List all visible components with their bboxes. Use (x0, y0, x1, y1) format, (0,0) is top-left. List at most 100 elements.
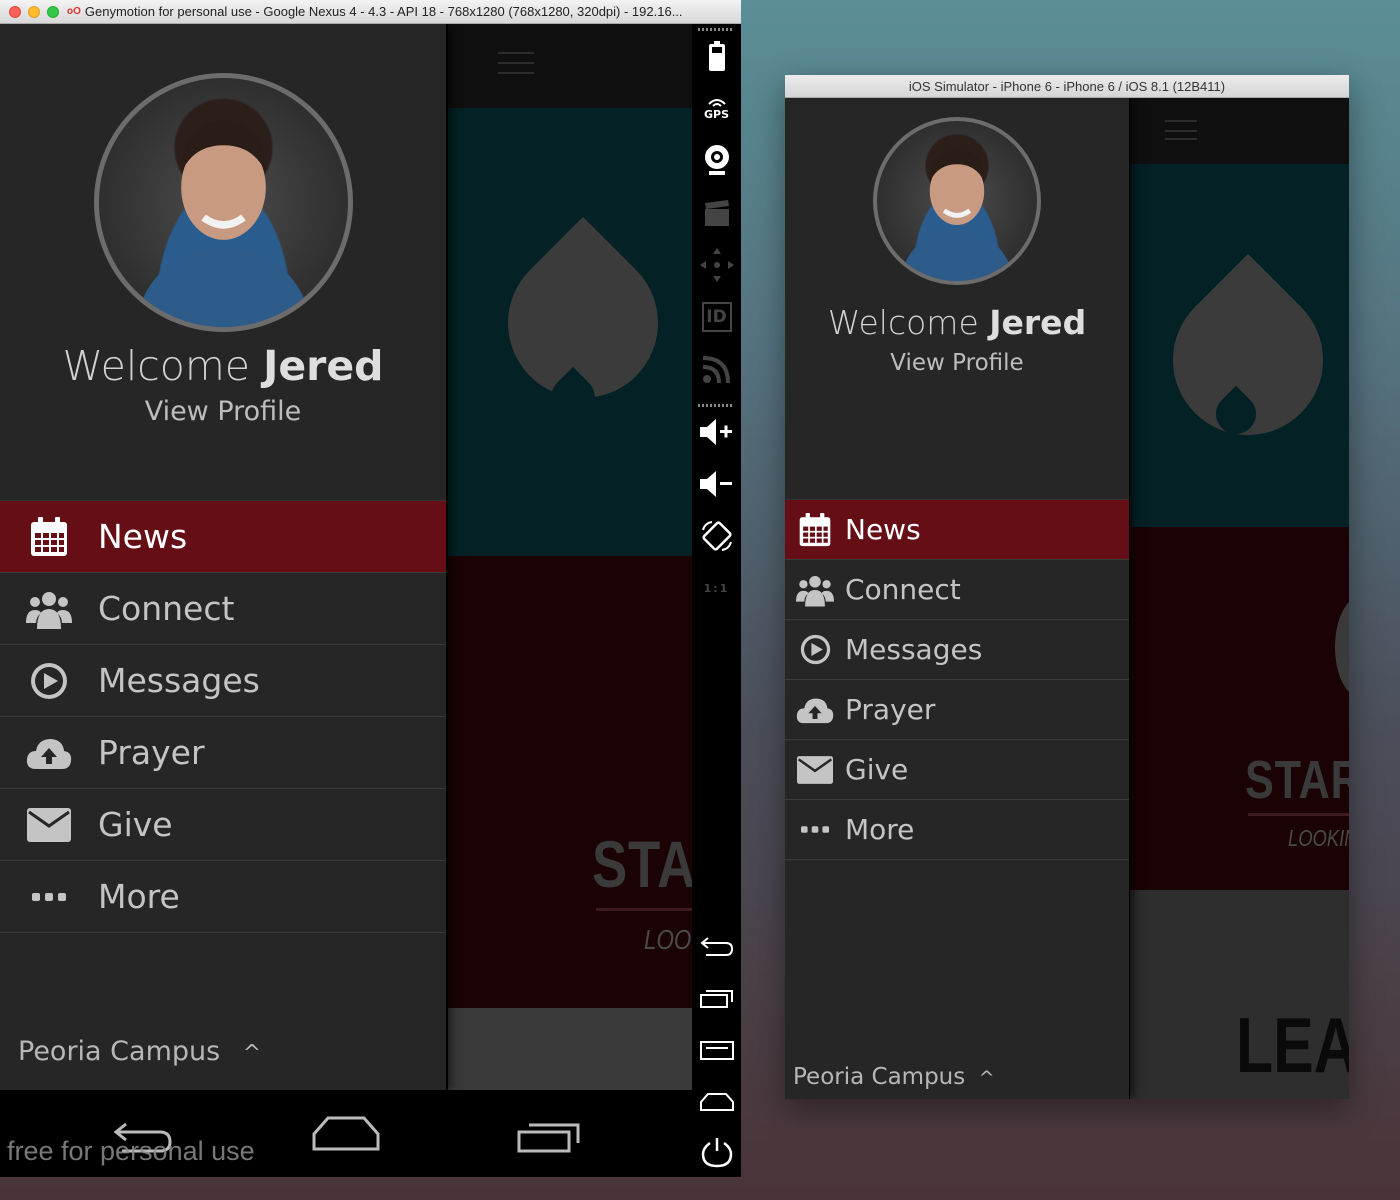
menu-item-give[interactable]: Give (0, 789, 446, 861)
volume-up-icon[interactable] (692, 416, 741, 448)
campus-selector[interactable]: Peoria Campus ^ (18, 1036, 261, 1067)
ellipsis-icon (0, 892, 98, 902)
zoom-window-button[interactable] (47, 5, 59, 18)
window-titlebar: iOS Simulator - iPhone 6 - iPhone 6 / iO… (785, 75, 1349, 98)
window-title: iOS Simulator - iPhone 6 - iPhone 6 / iO… (908, 79, 1226, 94)
menu-item-label: Messages (98, 661, 260, 700)
menu-item-label: News (845, 513, 921, 546)
id-icon[interactable]: ID (692, 300, 741, 334)
menu-item-more[interactable]: More (785, 800, 1129, 860)
menu-item-connect[interactable]: Connect (785, 560, 1129, 620)
dpad-icon[interactable] (692, 248, 741, 282)
menu-item-label: More (845, 813, 915, 846)
toolbar-divider (698, 28, 734, 31)
menu-icon[interactable] (692, 1034, 741, 1066)
play-circle-icon (0, 662, 98, 700)
hamburger-menu-icon[interactable] (1165, 120, 1197, 140)
campus-label: Peoria Campus (18, 1036, 221, 1067)
menu-item-more[interactable]: More (0, 861, 446, 933)
users-icon (785, 573, 845, 607)
home-icon[interactable] (692, 1086, 741, 1118)
banner-circle (1335, 597, 1349, 697)
banner-subtitle: LOOK (644, 924, 692, 955)
menu-item-news[interactable]: News (0, 501, 446, 573)
gps-icon[interactable]: GPS (692, 92, 741, 124)
close-window-button[interactable] (9, 5, 21, 18)
chevron-up-icon: ^ (242, 1041, 262, 1066)
gray-banner[interactable] (448, 1008, 692, 1090)
user-name: Jered (263, 342, 384, 390)
ios-simulator-window: iOS Simulator - iPhone 6 - iPhone 6 / iO… (785, 75, 1349, 1099)
id-label: ID (701, 302, 732, 332)
android-screen: STA LOOK Welcome Jered View Profile (0, 24, 692, 1090)
power-icon[interactable] (692, 1134, 741, 1170)
toolbar-divider (698, 404, 734, 407)
menu-item-label: Prayer (845, 693, 936, 726)
drawer-menu: News Connect Messages Prayer Give More (785, 499, 1129, 860)
welcome-heading: Welcome Jered (785, 303, 1129, 342)
campus-label: Peoria Campus (793, 1064, 966, 1090)
recent-apps-icon[interactable] (692, 982, 741, 1014)
menu-item-messages[interactable]: Messages (785, 620, 1129, 680)
avatar[interactable] (94, 73, 353, 332)
battery-icon[interactable] (692, 38, 741, 74)
view-profile-link[interactable]: View Profile (0, 396, 446, 427)
menu-item-messages[interactable]: Messages (0, 645, 446, 717)
window-titlebar: oO Genymotion for personal use - Google … (0, 0, 741, 24)
banner-bottom-title: LEAI (1236, 1001, 1349, 1089)
ratio-label: 1:1 (703, 581, 730, 595)
calendar-icon (785, 512, 845, 548)
teal-banner[interactable] (1130, 164, 1349, 527)
ellipsis-icon (785, 825, 845, 834)
gray-banner[interactable]: LEAI (1130, 890, 1349, 1099)
menu-item-prayer[interactable]: Prayer (0, 717, 446, 789)
menu-item-news[interactable]: News (785, 500, 1129, 560)
gps-label: GPS (703, 107, 729, 121)
genymotion-window: oO Genymotion for personal use - Google … (0, 0, 741, 1177)
profile-photo (899, 148, 1015, 281)
menu-item-connect[interactable]: Connect (0, 573, 446, 645)
play-circle-icon (785, 634, 845, 665)
avatar[interactable] (873, 117, 1041, 285)
chevron-up-icon: ^ (978, 1067, 995, 1089)
users-icon (0, 589, 98, 629)
banner-divider (596, 908, 692, 911)
drawer-menu: News Connect Messages Prayer Give More (0, 500, 446, 933)
nav-home-icon[interactable] (312, 1116, 380, 1156)
profile-photo (133, 120, 314, 327)
cloud-upload-icon (785, 696, 845, 724)
campus-selector[interactable]: Peoria Campus ^ (793, 1064, 994, 1090)
hamburger-menu-icon[interactable] (498, 52, 534, 74)
welcome-heading: Welcome Jered (0, 342, 446, 390)
menu-item-label: Connect (98, 589, 235, 628)
calendar-icon (0, 516, 98, 558)
menu-item-give[interactable]: Give (785, 740, 1129, 800)
genymotion-toolbar: GPS ID 1:1 (692, 24, 741, 1177)
teal-banner[interactable] (448, 108, 692, 556)
volume-down-icon[interactable] (692, 468, 741, 500)
navigation-drawer: Welcome Jered View Profile News Connect (785, 98, 1129, 1099)
back-icon[interactable] (692, 930, 741, 962)
water-drop-icon (1141, 253, 1349, 467)
webcam-icon[interactable] (692, 142, 741, 178)
pixel-perfect-icon[interactable]: 1:1 (692, 570, 741, 606)
genymotion-logo-icon: oO (67, 6, 81, 17)
menu-item-label: Give (98, 805, 173, 844)
banner-divider (1248, 813, 1349, 816)
minimize-window-button[interactable] (28, 5, 40, 18)
welcome-prefix: Welcome (62, 342, 251, 390)
app-header (448, 24, 692, 108)
menu-item-label: More (98, 877, 180, 916)
menu-item-label: Connect (845, 573, 961, 606)
view-profile-link[interactable]: View Profile (785, 350, 1129, 376)
rotate-icon[interactable] (692, 518, 741, 554)
menu-item-prayer[interactable]: Prayer (785, 680, 1129, 740)
red-banner[interactable]: STA LOOK (448, 556, 692, 1008)
rss-icon[interactable] (692, 352, 741, 386)
envelope-icon (785, 755, 845, 784)
banner-title: STAR (1245, 750, 1349, 810)
android-nav-bar: free for personal use (0, 1090, 692, 1177)
red-banner[interactable]: STAR LOOKING (1130, 527, 1349, 890)
capture-icon[interactable] (692, 196, 741, 230)
nav-recent-apps-icon[interactable] (517, 1120, 581, 1158)
